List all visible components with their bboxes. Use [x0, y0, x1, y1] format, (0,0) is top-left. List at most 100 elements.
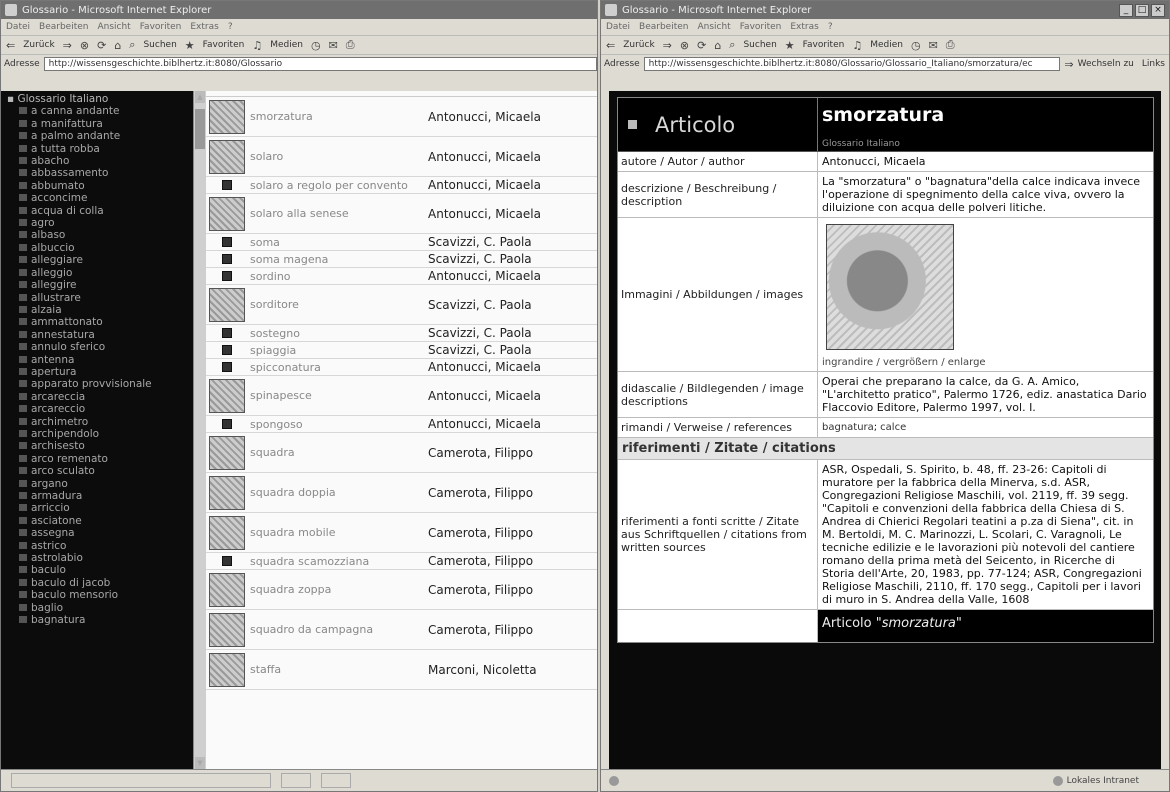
- home-icon[interactable]: ⌂: [114, 39, 121, 52]
- sidebar-scrollbar[interactable]: ▲ ▼: [193, 91, 206, 769]
- stop-icon[interactable]: ⊗: [680, 39, 689, 52]
- forward-arrow-icon[interactable]: ⇒: [663, 39, 672, 52]
- media-button[interactable]: Medien: [870, 40, 903, 50]
- mail-icon[interactable]: ✉: [929, 39, 938, 52]
- table-row[interactable]: spinapesce Antonucci, Micaela: [206, 376, 597, 416]
- sidebar-item[interactable]: acqua di colla: [7, 205, 206, 217]
- entry-term-link[interactable]: staffa: [248, 663, 428, 676]
- sidebar-item[interactable]: arco remenato: [7, 453, 206, 465]
- menu-datei[interactable]: Datei: [606, 22, 630, 32]
- sidebar-item[interactable]: annulo sferico: [7, 341, 206, 353]
- menu-bearbeiten[interactable]: Bearbeiten: [639, 22, 688, 32]
- history-icon[interactable]: ◷: [311, 39, 321, 52]
- article-icon[interactable]: [222, 254, 232, 264]
- back-arrow-icon[interactable]: ⇐: [606, 39, 615, 52]
- menu-extras[interactable]: Extras: [190, 22, 218, 32]
- sidebar-item[interactable]: alzaia: [7, 304, 206, 316]
- sidebar-item[interactable]: baglio: [7, 602, 206, 614]
- sidebar-item[interactable]: antenna: [7, 354, 206, 366]
- entry-thumbnail-image[interactable]: [209, 515, 245, 550]
- scroll-up-arrow-icon[interactable]: ▲: [195, 91, 205, 103]
- refresh-icon[interactable]: ⟳: [697, 39, 706, 52]
- back-button[interactable]: Zurück: [23, 40, 54, 50]
- entry-thumbnail-image[interactable]: [209, 378, 245, 413]
- reference-link-calce[interactable]: calce: [880, 421, 906, 434]
- menu-ansicht[interactable]: Ansicht: [97, 22, 130, 32]
- sidebar-item[interactable]: astrico: [7, 540, 206, 552]
- address-input[interactable]: http://wissensgeschichte.biblhertz.it:80…: [43, 57, 597, 71]
- entry-term-link[interactable]: solaro alla senese: [248, 207, 428, 220]
- sidebar-item[interactable]: agro: [7, 217, 206, 229]
- menu-favoriten[interactable]: Favoriten: [140, 22, 182, 32]
- entry-thumbnail-image[interactable]: [209, 572, 245, 607]
- menu-datei[interactable]: Datei: [6, 22, 30, 32]
- entry-term-link[interactable]: soma magena: [248, 253, 428, 266]
- table-row[interactable]: sorditore Scavizzi, C. Paola: [206, 285, 597, 325]
- sidebar-item[interactable]: archipendolo: [7, 428, 206, 440]
- sidebar-item[interactable]: assegna: [7, 527, 206, 539]
- entry-term-link[interactable]: solaro a regolo per convento: [248, 179, 428, 192]
- article-subtitle-link[interactable]: Glossario Italiano: [822, 139, 1149, 149]
- table-row[interactable]: sostegno Scavizzi, C. Paola: [206, 325, 597, 342]
- maximize-icon[interactable]: □: [1135, 3, 1149, 17]
- sidebar-item[interactable]: asciatone: [7, 515, 206, 527]
- entry-term-link[interactable]: soma: [248, 236, 428, 249]
- back-button[interactable]: Zurück: [623, 40, 654, 50]
- table-row[interactable]: squadra doppia Camerota, Filippo: [206, 473, 597, 513]
- entry-term-link[interactable]: squadra: [248, 446, 428, 459]
- scroll-down-arrow-icon[interactable]: ▼: [195, 757, 205, 769]
- sidebar-item[interactable]: arco sculato: [7, 465, 206, 477]
- table-row[interactable]: squadra scamozziana Camerota, Filippo: [206, 553, 597, 570]
- forward-arrow-icon[interactable]: ⇒: [63, 39, 72, 52]
- article-icon[interactable]: [222, 345, 232, 355]
- reference-link-bagnatura[interactable]: bagnatura: [822, 421, 874, 434]
- article-icon[interactable]: [222, 271, 232, 281]
- menu-ansicht[interactable]: Ansicht: [697, 22, 730, 32]
- sidebar-item[interactable]: ammattonato: [7, 316, 206, 328]
- article-image[interactable]: [826, 224, 954, 350]
- sidebar-item[interactable]: armadura: [7, 490, 206, 502]
- search-button[interactable]: Suchen: [743, 40, 776, 50]
- scrollbar-thumb[interactable]: [195, 109, 205, 149]
- sidebar-item[interactable]: bagnatura: [7, 614, 206, 626]
- address-input[interactable]: http://wissensgeschichte.biblhertz.it:80…: [643, 57, 1061, 71]
- sidebar-item[interactable]: a manifattura: [7, 118, 206, 130]
- entry-term-link[interactable]: smorzatura: [248, 110, 428, 123]
- history-icon[interactable]: ◷: [911, 39, 921, 52]
- entry-term-link[interactable]: squadro da campagna: [248, 623, 428, 636]
- menu-help[interactable]: ?: [228, 22, 233, 32]
- menu-bearbeiten[interactable]: Bearbeiten: [39, 22, 88, 32]
- entry-term-link[interactable]: spinapesce: [248, 389, 428, 402]
- sidebar-item[interactable]: a tutta robba: [7, 143, 206, 155]
- sidebar-item[interactable]: astrolabio: [7, 552, 206, 564]
- entry-term-link[interactable]: sordino: [248, 270, 428, 283]
- table-row[interactable]: solaro Antonucci, Micaela: [206, 137, 597, 177]
- entry-term-link[interactable]: squadra mobile: [248, 526, 428, 539]
- entry-term-link[interactable]: squadra scamozziana: [248, 555, 428, 568]
- back-arrow-icon[interactable]: ⇐: [6, 39, 15, 52]
- table-row[interactable]: soma magena Scavizzi, C. Paola: [206, 251, 597, 268]
- refresh-icon[interactable]: ⟳: [97, 39, 106, 52]
- sidebar-item[interactable]: arcareccio: [7, 403, 206, 415]
- entry-thumbnail-image[interactable]: [209, 475, 245, 510]
- entry-thumbnail-image[interactable]: [209, 435, 245, 470]
- table-row[interactable]: staffa Marconi, Nicoletta: [206, 650, 597, 690]
- entry-thumbnail-image[interactable]: [209, 196, 245, 231]
- entry-thumbnail-image[interactable]: [209, 139, 245, 174]
- stop-icon[interactable]: ⊗: [80, 39, 89, 52]
- entry-term-link[interactable]: solaro: [248, 150, 428, 163]
- table-row[interactable]: squadra mobile Camerota, Filippo: [206, 513, 597, 553]
- sidebar-item[interactable]: alleggire: [7, 279, 206, 291]
- print-icon[interactable]: ⎙: [346, 38, 355, 52]
- favorites-button[interactable]: Favoriten: [203, 40, 245, 50]
- entry-term-link[interactable]: sostegno: [248, 327, 428, 340]
- menu-extras[interactable]: Extras: [790, 22, 818, 32]
- entry-thumbnail-image[interactable]: [209, 652, 245, 687]
- table-row[interactable]: smorzatura Antonucci, Micaela: [206, 97, 597, 137]
- media-button[interactable]: Medien: [270, 40, 303, 50]
- entry-term-link[interactable]: spiaggia: [248, 344, 428, 357]
- sidebar-item[interactable]: alleggio: [7, 267, 206, 279]
- article-icon[interactable]: [222, 556, 232, 566]
- table-row[interactable]: spicconatura Antonucci, Micaela: [206, 359, 597, 376]
- article-icon[interactable]: [222, 237, 232, 247]
